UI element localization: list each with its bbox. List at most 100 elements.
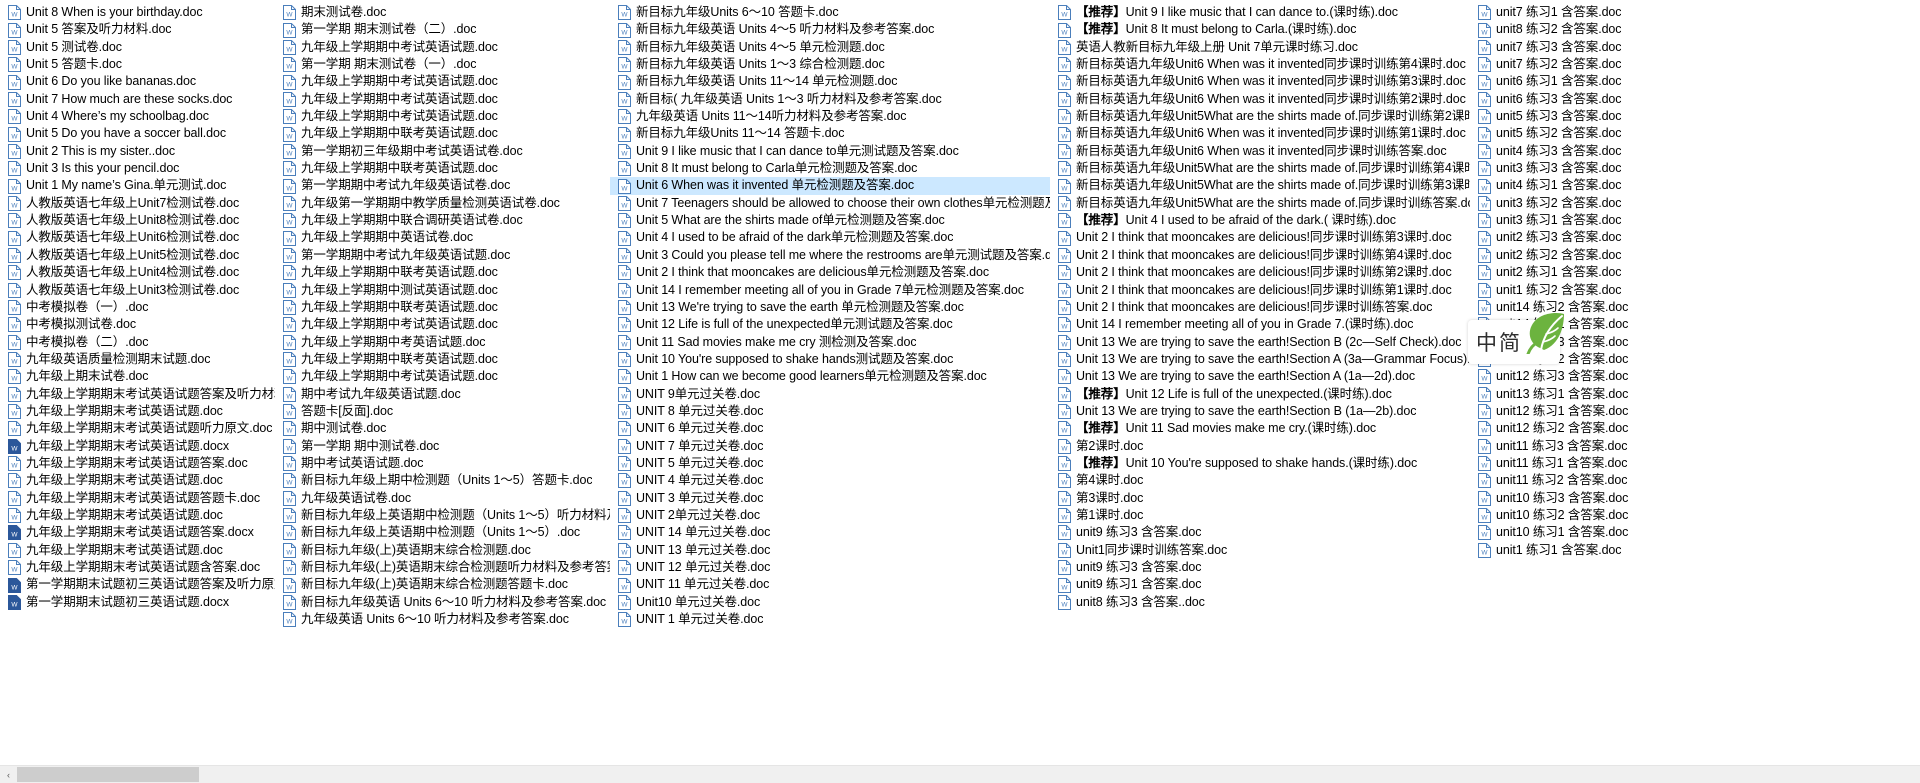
file-row[interactable]: W 新目标英语九年级Unit6 When was it invented同步课时训…	[1050, 91, 1470, 108]
file-row[interactable]: W UNIT 14 单元过关卷.doc	[610, 524, 1050, 541]
file-row[interactable]: W Unit 1 My name’s Gina.单元测试.doc	[0, 177, 275, 194]
horizontal-scrollbar[interactable]: ‹	[0, 765, 1920, 783]
file-row[interactable]: W Unit1同步课时训练答案.doc	[1050, 542, 1470, 559]
file-row[interactable]: W Unit 14 I remember meeting all of you i…	[1050, 316, 1470, 333]
file-row[interactable]: W 中考模拟测试卷.doc	[0, 316, 275, 333]
file-row[interactable]: W 新目标九年级Units 11～14 答题卡.doc	[610, 125, 1050, 142]
file-row[interactable]: W 九年级上学期期中考英语试题.doc	[275, 334, 610, 351]
file-row[interactable]: Wunit6 练习1 含答案.doc	[1470, 73, 1920, 90]
file-row[interactable]: W 第一学期期末试题初三英语试题答案及听力原文.docx	[0, 576, 275, 593]
file-row[interactable]: Wunit7 练习3 含答案.doc	[1470, 39, 1920, 56]
file-row[interactable]: W Unit 7 Teenagers should be allowed to c…	[610, 195, 1050, 212]
file-row[interactable]: W Unit 10 You're supposed to shake hands测…	[610, 351, 1050, 368]
file-row[interactable]: W 九年级上学期期中测试英语试题.doc	[275, 282, 610, 299]
file-row[interactable]: W UNIT 2单元过关卷.doc	[610, 507, 1050, 524]
file-row[interactable]: Wunit9 练习3 含答案.doc	[1050, 559, 1470, 576]
file-row[interactable]: W 新目标英语九年级Unit5What are the shirts made o…	[1050, 108, 1470, 125]
file-row[interactable]: W Unit 5 Do you have a soccer ball.doc	[0, 125, 275, 142]
file-row[interactable]: W 九年级英语试卷.doc	[275, 490, 610, 507]
file-row[interactable]: W 人教版英语七年级上Unit5检测试卷.doc	[0, 247, 275, 264]
file-row[interactable]: W 期中考试英语试题.doc	[275, 455, 610, 472]
file-row[interactable]: W Unit 5 答题卡.doc	[0, 56, 275, 73]
file-row[interactable]: W 九年级上学期期末考试英语试题答案.doc	[0, 455, 275, 472]
file-row[interactable]: W UNIT 7 单元过关卷.doc	[610, 438, 1050, 455]
file-row[interactable]: W 九年级上学期期中联考英语试题.doc	[275, 351, 610, 368]
file-row[interactable]: W 人教版英语七年级上Unit7检测试卷.doc	[0, 195, 275, 212]
file-row[interactable]: W UNIT 6 单元过关卷.doc	[610, 420, 1050, 437]
scrollbar-thumb[interactable]	[17, 767, 199, 782]
file-row[interactable]: W 人教版英语七年级上Unit8检测试卷.doc	[0, 212, 275, 229]
file-row[interactable]: W 新目标九年级英语 Units 4～5 单元检测题.doc	[610, 39, 1050, 56]
file-row[interactable]: W 新目标英语九年级Unit6 When was it invented同步课时训…	[1050, 125, 1470, 142]
file-row[interactable]: W Unit 2 I think that mooncakes are delic…	[610, 264, 1050, 281]
watermark-widget[interactable]: 中简	[1468, 312, 1564, 368]
file-row[interactable]: Wunit4 练习1 含答案.doc	[1470, 177, 1920, 194]
file-row[interactable]: W Unit 8 It must belong to Carla单元检测题及答案.…	[610, 160, 1050, 177]
file-row[interactable]: W 新目标九年级英语 Units 6～10 听力材料及参考答案.doc	[275, 594, 610, 611]
file-row[interactable]: W 九年级上学期期中考试英语试题.doc	[275, 108, 610, 125]
file-row[interactable]: W 新目标英语九年级Unit5What are the shirts made o…	[1050, 177, 1470, 194]
file-row[interactable]: W 九年级上学期期中考试英语试题.doc	[275, 368, 610, 385]
file-row[interactable]: W 新目标九年级上期中检测题（Units 1～5）答题卡.doc	[275, 472, 610, 489]
file-row[interactable]: W Unit 3 Could you please tell me where t…	[610, 247, 1050, 264]
file-row[interactable]: Wunit13 练习1 含答案.doc	[1470, 386, 1920, 403]
file-row[interactable]: W 九年级上学期期中联考英语试题.doc	[275, 264, 610, 281]
file-row[interactable]: W 九年级上学期期中考试英语试题.doc	[275, 316, 610, 333]
file-row[interactable]: W 第2课时.doc	[1050, 438, 1470, 455]
file-row[interactable]: W Unit 2 I think that mooncakes are delic…	[1050, 282, 1470, 299]
file-row[interactable]: W 九年级上学期期中联考英语试题.doc	[275, 299, 610, 316]
file-row[interactable]: W UNIT 8 单元过关卷.doc	[610, 403, 1050, 420]
file-row[interactable]: Wunit8 练习3 含答案..doc	[1050, 594, 1470, 611]
file-row[interactable]: Wunit10 练习2 含答案.doc	[1470, 507, 1920, 524]
file-row[interactable]: W 英语人教新目标九年级上册 Unit 7单元课时练习.doc	[1050, 39, 1470, 56]
file-row[interactable]: W 九年级上学期期末考试英语试题答题卡.doc	[0, 490, 275, 507]
file-row[interactable]: W 九年级上学期期中英语试卷.doc	[275, 229, 610, 246]
file-row[interactable]: W 【推荐】Unit 9 I like music that I can danc…	[1050, 4, 1470, 21]
file-row[interactable]: W 【推荐】Unit 8 It must belong to Carla.(课时练…	[1050, 21, 1470, 38]
file-row[interactable]: W Unit 13 We're trying to save the earth …	[610, 299, 1050, 316]
file-row[interactable]: W 新目标九年级(上)英语期末综合检测题.doc	[275, 542, 610, 559]
file-row[interactable]: W 九年级上学期期中考试英语试题.doc	[275, 73, 610, 90]
file-row[interactable]: W 第一学期 期末测试卷（一）.doc	[275, 56, 610, 73]
file-row[interactable]: W UNIT 9单元过关卷.doc	[610, 386, 1050, 403]
file-row[interactable]: Wunit12 练习2 含答案.doc	[1470, 420, 1920, 437]
file-row[interactable]: W 人教版英语七年级上Unit4检测试卷.doc	[0, 264, 275, 281]
file-row[interactable]: W 第一学期 期末测试卷（二）.doc	[275, 21, 610, 38]
file-row[interactable]: W Unit10 单元过关卷.doc	[610, 594, 1050, 611]
file-row[interactable]: W UNIT 13 单元过关卷.doc	[610, 542, 1050, 559]
file-row[interactable]: W 期末测试卷.doc	[275, 4, 610, 21]
file-row[interactable]: W 九年级第一学期期中教学质量检测英语试卷.doc	[275, 195, 610, 212]
file-row[interactable]: W 九年级上学期期末考试英语试题答案.docx	[0, 524, 275, 541]
file-row[interactable]: W Unit 6 Do you like bananas.doc	[0, 73, 275, 90]
file-row[interactable]: Wunit3 练习1 含答案.doc	[1470, 212, 1920, 229]
file-row[interactable]: W 九年级上学期期中考试英语试题.doc	[275, 91, 610, 108]
file-list-view[interactable]: W Unit 8 When is your birthday.doc W Unit 5…	[0, 0, 1920, 766]
file-row[interactable]: W 第一学期期中考试九年级英语试卷.doc	[275, 177, 610, 194]
file-row[interactable]: W 中考模拟卷（一）.doc	[0, 299, 275, 316]
file-row[interactable]: W Unit 9 I like music that I can dance to…	[610, 143, 1050, 160]
scroll-left-arrow[interactable]: ‹	[0, 766, 17, 783]
file-row[interactable]: W 九年级上学期期末考试英语试题含答案.doc	[0, 559, 275, 576]
file-row[interactable]: Wunit6 练习3 含答案.doc	[1470, 91, 1920, 108]
file-row[interactable]: W 九年级英语 Units 6～10 听力材料及参考答案.doc	[275, 611, 610, 628]
file-row[interactable]: Wunit12 练习1 含答案.doc	[1470, 403, 1920, 420]
file-row[interactable]: Wunit4 练习3 含答案.doc	[1470, 143, 1920, 160]
file-row[interactable]: W 新目标九年级(上)英语期末综合检测题听力材料及参考答案.doc	[275, 559, 610, 576]
file-row[interactable]: W 九年级上学期期中考试英语试题.doc	[275, 39, 610, 56]
file-row[interactable]: W 第3课时.doc	[1050, 490, 1470, 507]
file-row[interactable]: W 答题卡[反面].doc	[275, 403, 610, 420]
file-row[interactable]: W 人教版英语七年级上Unit6检测试卷.doc	[0, 229, 275, 246]
file-row[interactable]: W Unit 2 I think that mooncakes are delic…	[1050, 247, 1470, 264]
file-row[interactable]: Wunit5 练习3 含答案.doc	[1470, 108, 1920, 125]
file-row[interactable]: W Unit 8 When is your birthday.doc	[0, 4, 275, 21]
file-row[interactable]: W 九年级上学期期末考试英语试题.docx	[0, 438, 275, 455]
file-row[interactable]: W 【推荐】Unit 10 You're supposed to shake ha…	[1050, 455, 1470, 472]
file-row[interactable]: Wunit1 练习1 含答案.doc	[1470, 542, 1920, 559]
file-row[interactable]: Wunit12 练习3 含答案.doc	[1470, 368, 1920, 385]
file-row[interactable]: W UNIT 12 单元过关卷.doc	[610, 559, 1050, 576]
file-row[interactable]: W 第一学期期末试题初三英语试题.docx	[0, 594, 275, 611]
file-row[interactable]: Wunit11 练习1 含答案.doc	[1470, 455, 1920, 472]
file-row[interactable]: W 新目标九年级Units 6～10 答题卡.doc	[610, 4, 1050, 21]
file-row[interactable]: W Unit 12 Life is full of the unexpected单…	[610, 316, 1050, 333]
file-row[interactable]: Wunit5 练习2 含答案.doc	[1470, 125, 1920, 142]
